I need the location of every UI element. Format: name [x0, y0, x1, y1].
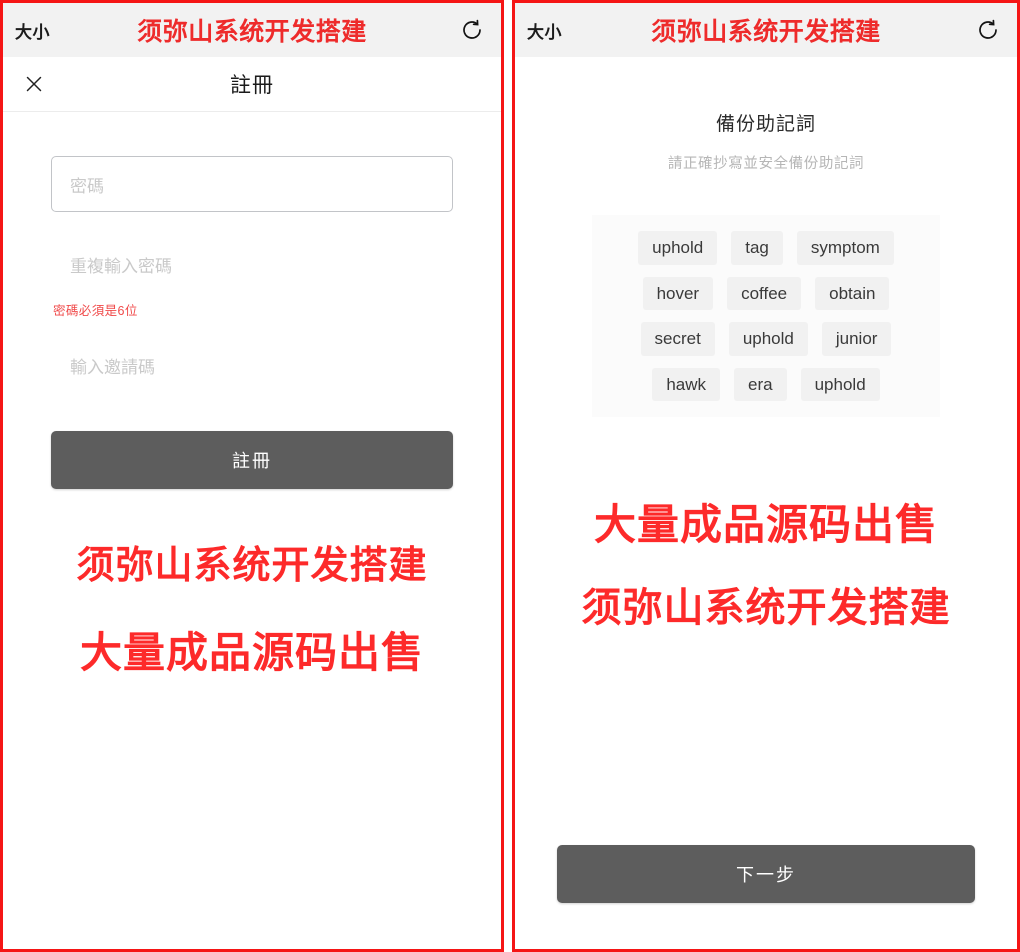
password-input[interactable]: 密碼 [51, 156, 453, 212]
mnemonic-subtitle: 請正確抄寫並安全備份助記詞 [667, 156, 865, 172]
watermark-line-1: 须弥山系统开发搭建 [76, 545, 428, 587]
mnemonic-word[interactable]: tag [731, 231, 783, 265]
password-placeholder: 密碼 [70, 176, 104, 196]
mnemonic-word[interactable]: era [734, 367, 787, 402]
invite-code-input[interactable]: 輸入邀請碼 [51, 337, 453, 393]
layout-spacer [515, 629, 1017, 845]
watermark-line-1: 大量成品源码出售 [593, 501, 938, 549]
browser-chrome-left: 大小 须弥山系统开发搭建 [3, 3, 501, 57]
mnemonic-screen: 備份助記詞 請正確抄寫並安全備份助記詞 uphold tag symptom h… [515, 57, 1017, 949]
register-navbar: 註冊 [3, 57, 501, 112]
mnemonic-header: 備份助記詞 請正確抄寫並安全備份助記詞 [515, 57, 1017, 173]
watermark-line-2: 须弥山系统开发搭建 [581, 586, 951, 631]
mnemonic-word[interactable]: uphold [638, 231, 718, 265]
mnemonic-word[interactable]: coffee [727, 276, 802, 311]
mnemonic-footer: 下一步 [515, 845, 1017, 949]
screenshot-stage: 大小 须弥山系统开发搭建 註冊 密碼 重複輸入密碼 密碼必須是6位 輸入邀請碼 … [0, 0, 1020, 952]
mnemonic-word[interactable]: obtain [815, 276, 890, 311]
chrome-title: 须弥山系统开发搭建 [651, 18, 881, 46]
right-phone-panel: 大小 须弥山系统开发搭建 備份助記詞 請正確抄寫並安全備份助記詞 uphold … [512, 0, 1020, 952]
browser-chrome-right: 大小 须弥山系统开发搭建 [515, 3, 1017, 57]
chrome-title: 须弥山系统开发搭建 [137, 18, 367, 46]
left-app-area: 註冊 密碼 重複輸入密碼 密碼必須是6位 輸入邀請碼 註冊 须弥山系统开发搭建 … [3, 57, 501, 949]
watermark-line-2: 大量成品源码出售 [79, 628, 424, 676]
mnemonic-word[interactable]: uphold [728, 322, 808, 356]
password-error-message: 密碼必須是6位 [53, 304, 138, 318]
mnemonic-word[interactable]: hover [642, 276, 714, 311]
right-app-area: 備份助記詞 請正確抄寫並安全備份助記詞 uphold tag symptom h… [515, 57, 1017, 949]
confirm-password-placeholder: 重複輸入密碼 [70, 256, 172, 276]
page-title: 註冊 [230, 74, 274, 97]
mnemonic-title: 備份助記詞 [715, 114, 816, 135]
mnemonic-word[interactable]: junior [821, 322, 892, 356]
left-phone-panel: 大小 须弥山系统开发搭建 註冊 密碼 重複輸入密碼 密碼必須是6位 輸入邀請碼 … [0, 0, 504, 952]
next-step-button[interactable]: 下一步 [557, 845, 975, 903]
refresh-icon[interactable] [973, 15, 1003, 45]
right-watermark: 大量成品源码出售 须弥山系统开发搭建 [515, 417, 1017, 631]
size-label: 大小 [527, 22, 562, 42]
mnemonic-word-list: uphold tag symptom hover coffee obtain s… [592, 215, 940, 418]
mnemonic-word[interactable]: uphold [800, 367, 880, 402]
mnemonic-word[interactable]: symptom [796, 231, 894, 265]
invite-code-placeholder: 輸入邀請碼 [70, 357, 155, 377]
close-icon[interactable] [21, 71, 47, 97]
refresh-icon[interactable] [457, 15, 487, 45]
register-form: 密碼 重複輸入密碼 密碼必須是6位 輸入邀請碼 註冊 须弥山系统开发搭建 大量成… [3, 112, 501, 675]
mnemonic-word[interactable]: hawk [652, 367, 721, 402]
size-label: 大小 [15, 22, 50, 42]
register-submit-button[interactable]: 註冊 [51, 431, 453, 489]
left-watermark: 须弥山系统开发搭建 大量成品源码出售 [51, 489, 453, 675]
confirm-password-input[interactable]: 重複輸入密碼 [51, 236, 453, 292]
mnemonic-word[interactable]: secret [640, 322, 715, 356]
